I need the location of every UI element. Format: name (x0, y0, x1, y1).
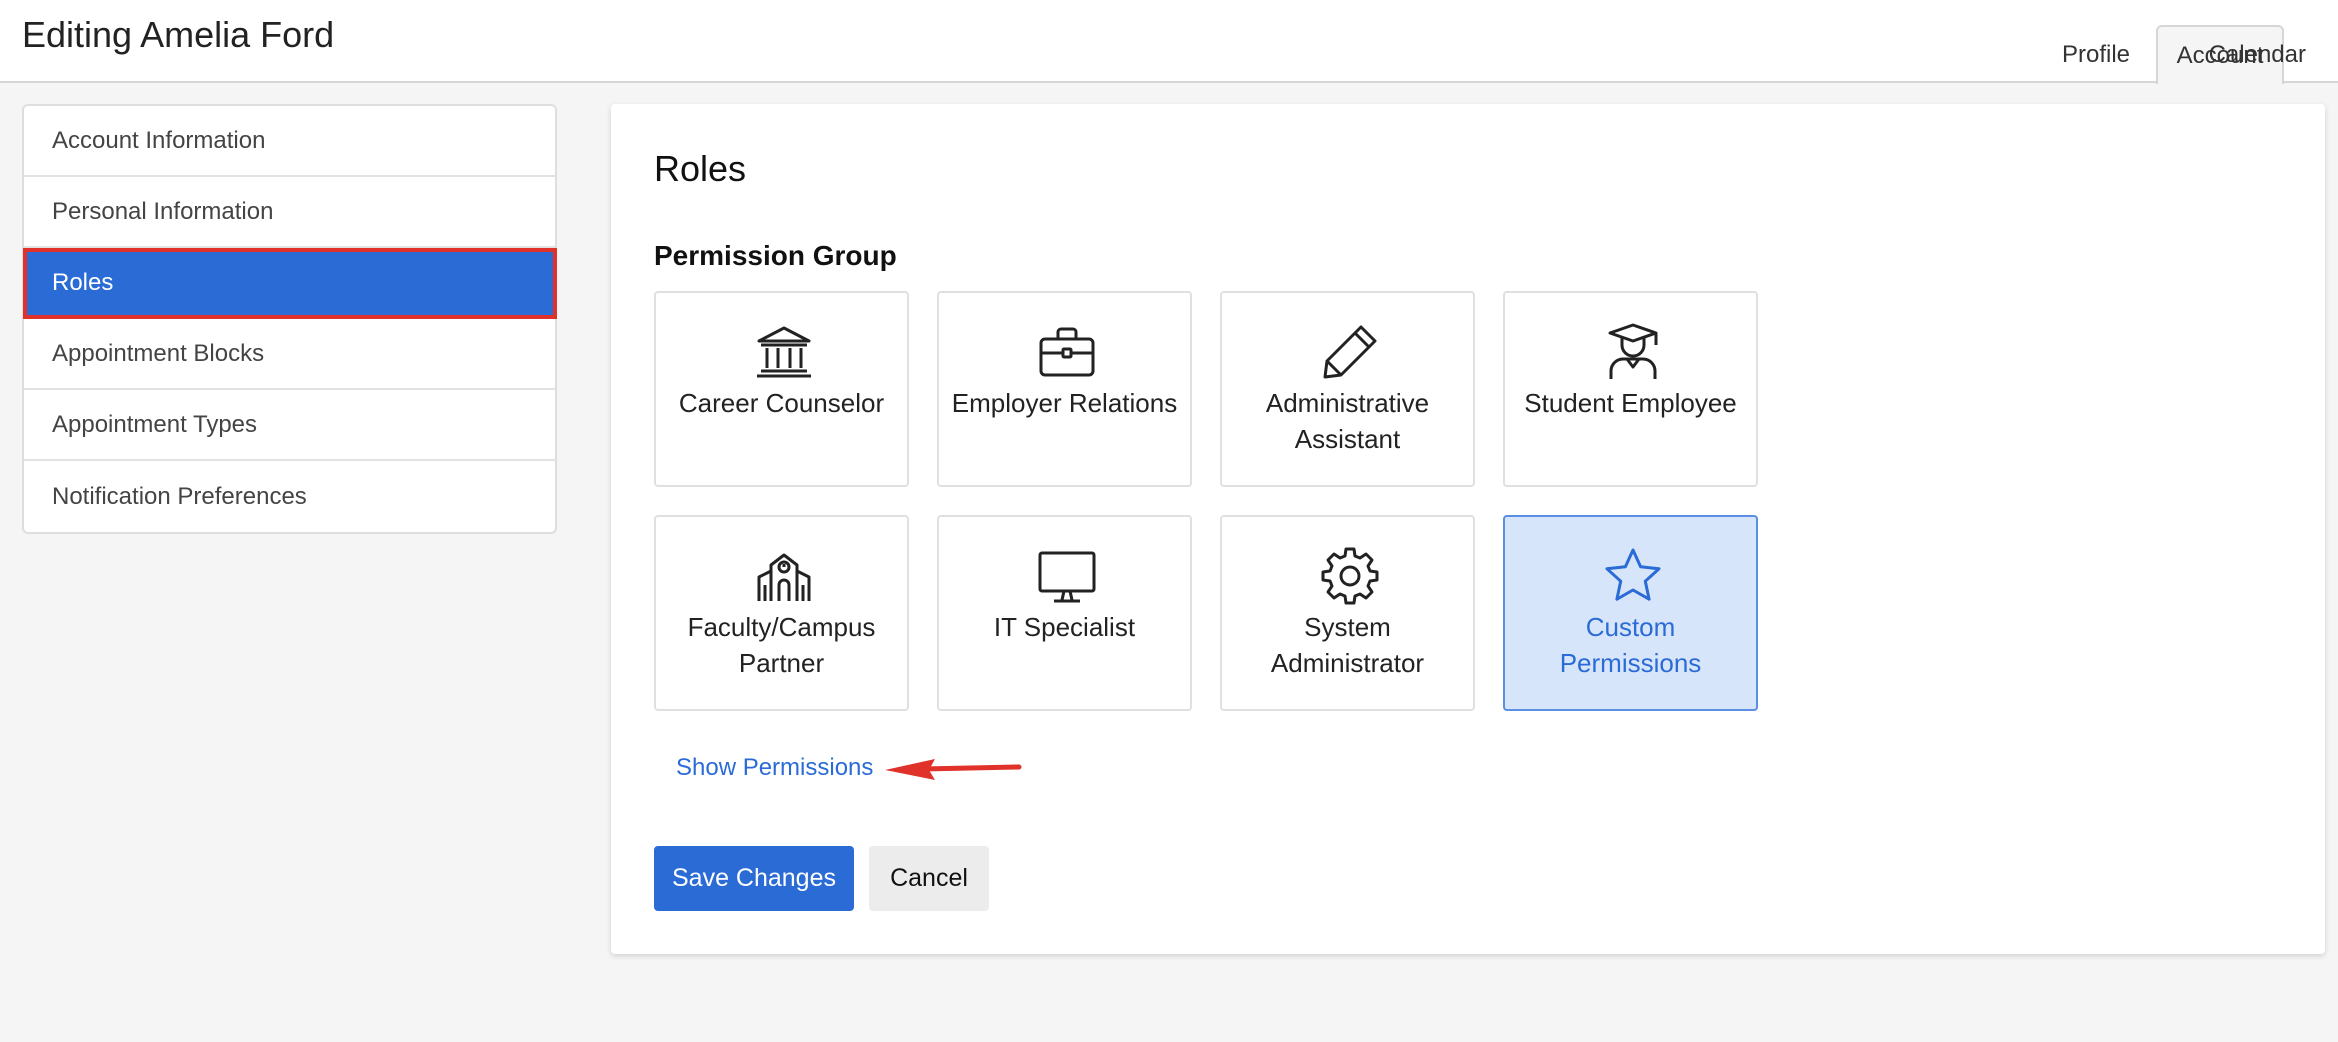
sidebar-nav: Account Information Personal Information… (22, 104, 557, 534)
roles-card: Roles Permission Group Career Counselor (611, 104, 2325, 954)
tile-custom-permissions[interactable]: Custom Permissions (1503, 515, 1758, 711)
tile-label: Career Counselor (678, 388, 885, 418)
school-building-icon (757, 553, 811, 601)
page-title: Editing Amelia Ford (22, 14, 335, 55)
sidebar-item-notification-preferences[interactable]: Notification Preferences (24, 461, 555, 532)
show-permissions-link[interactable]: Show Permissions (676, 754, 873, 782)
bank-icon (757, 326, 811, 378)
tile-administrative-assistant[interactable]: Administrative Assistant (1220, 291, 1475, 487)
tile-label: System Administrator (1270, 612, 1425, 678)
monitor-icon (1038, 551, 1096, 603)
tile-career-counselor[interactable]: Career Counselor (654, 291, 909, 487)
tab-profile[interactable]: Profile (2046, 26, 2146, 83)
sidebar-item-appointment-types[interactable]: Appointment Types (24, 390, 555, 461)
annotation-arrow-icon (885, 759, 1022, 780)
gear-icon (1321, 547, 1379, 605)
tile-student-employee[interactable]: Student Employee (1503, 291, 1758, 487)
save-changes-button[interactable]: Save Changes (654, 846, 854, 911)
tab-calendar-label: Calendar (2208, 40, 2306, 68)
tile-system-administrator[interactable]: System Administrator (1220, 515, 1475, 711)
tile-label: IT Specialist (993, 612, 1136, 642)
pencil-icon (1323, 325, 1377, 379)
tab-calendar[interactable]: Calendar (2209, 26, 2338, 83)
sidebar-item-account-information[interactable]: Account Information (24, 106, 555, 177)
tile-label: Administrative Assistant (1265, 388, 1430, 454)
tile-employer-relations[interactable]: Employer Relations (937, 291, 1192, 487)
sidebar-item-roles[interactable]: Roles (23, 248, 557, 319)
cancel-button[interactable]: Cancel (869, 846, 989, 911)
tile-label: Custom Permissions (1559, 612, 1702, 678)
permission-group-title: Permission Group (654, 240, 897, 271)
tile-faculty-campus-partner[interactable]: Faculty/Campus Partner (654, 515, 909, 711)
star-icon (1605, 548, 1661, 601)
section-title: Roles (654, 148, 747, 189)
tile-it-specialist[interactable]: IT Specialist (937, 515, 1192, 711)
sidebar-item-appointment-blocks[interactable]: Appointment Blocks (24, 319, 555, 390)
briefcase-icon (1039, 327, 1095, 377)
sidebar-item-personal-information[interactable]: Personal Information (24, 177, 555, 248)
tile-label: Student Employee (1524, 388, 1737, 418)
tile-label: Faculty/Campus Partner (687, 612, 876, 678)
graduate-icon (1608, 323, 1658, 379)
tile-label: Employer Relations (951, 388, 1178, 418)
top-header: Editing Amelia Ford Profile Account Cale… (0, 0, 2338, 84)
